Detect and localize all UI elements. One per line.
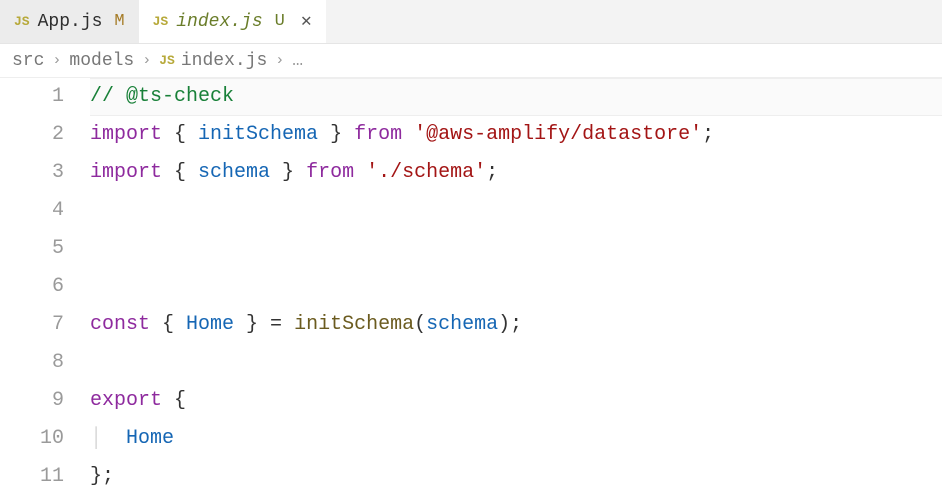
breadcrumb: src › models › JS index.js › … bbox=[0, 44, 942, 78]
line-number: 1 bbox=[0, 78, 64, 116]
line-number: 4 bbox=[0, 192, 64, 230]
token-keyword: export bbox=[90, 389, 174, 412]
tab-index-js[interactable]: JS index.js U ✕ bbox=[139, 0, 326, 43]
line-number: 6 bbox=[0, 268, 64, 306]
tab-app-js[interactable]: JS App.js M bbox=[0, 0, 139, 43]
token-punct: } bbox=[270, 161, 294, 184]
token-keyword: import bbox=[90, 123, 174, 146]
token-keyword: import bbox=[90, 161, 174, 184]
token-ident: Home bbox=[126, 427, 174, 450]
close-icon[interactable]: ✕ bbox=[301, 13, 312, 31]
token-comment: // @ts-check bbox=[90, 85, 234, 108]
code-line[interactable]: const { Home } = initSchema(schema); bbox=[90, 306, 942, 344]
breadcrumb-item[interactable]: models bbox=[69, 51, 134, 71]
code-line[interactable]: // @ts-check bbox=[90, 78, 942, 116]
token-keyword: from bbox=[294, 161, 366, 184]
tab-label: App.js bbox=[38, 12, 103, 32]
git-status-modified: M bbox=[114, 12, 124, 31]
code-area[interactable]: // @ts-check import { initSchema } from '… bbox=[90, 78, 942, 502]
line-number: 3 bbox=[0, 154, 64, 192]
token-punct: { bbox=[162, 313, 186, 336]
line-number: 8 bbox=[0, 344, 64, 382]
token-punct: } = bbox=[234, 313, 294, 336]
code-line[interactable]: export { bbox=[90, 382, 942, 420]
token-string: './schema' bbox=[366, 161, 486, 184]
token-punct: ); bbox=[498, 313, 522, 336]
token-ident: initSchema bbox=[198, 123, 318, 146]
token-punct: ; bbox=[702, 123, 714, 146]
token-punct: { bbox=[174, 161, 198, 184]
code-line[interactable] bbox=[90, 344, 942, 382]
js-icon: JS bbox=[14, 14, 30, 29]
line-number-gutter: 1234567891011 bbox=[0, 78, 90, 502]
line-number: 7 bbox=[0, 306, 64, 344]
chevron-right-icon: › bbox=[52, 52, 61, 69]
js-icon: JS bbox=[153, 14, 169, 29]
token-punct: ( bbox=[414, 313, 426, 336]
token-keyword: from bbox=[342, 123, 414, 146]
token-string: '@aws-amplify/datastore' bbox=[414, 123, 702, 146]
breadcrumb-file[interactable]: JS index.js bbox=[159, 51, 267, 71]
js-icon: JS bbox=[159, 53, 175, 68]
chevron-right-icon: › bbox=[142, 52, 151, 69]
token-punct: { bbox=[174, 389, 186, 412]
token-punct: ; bbox=[486, 161, 498, 184]
code-line[interactable] bbox=[90, 192, 942, 230]
code-line[interactable]: import { schema } from './schema'; bbox=[90, 154, 942, 192]
breadcrumb-file-label: index.js bbox=[181, 51, 267, 71]
token-plain bbox=[102, 427, 126, 450]
token-ident: schema bbox=[426, 313, 498, 336]
code-line[interactable] bbox=[90, 268, 942, 306]
tab-label: index.js bbox=[176, 12, 262, 32]
chevron-right-icon: › bbox=[275, 52, 284, 69]
token-punct: }; bbox=[90, 465, 114, 488]
line-number: 10 bbox=[0, 420, 64, 458]
code-editor[interactable]: 1234567891011 // @ts-check import { initS… bbox=[0, 78, 942, 502]
line-number: 2 bbox=[0, 116, 64, 154]
token-func: initSchema bbox=[294, 313, 414, 336]
token-punct: { bbox=[174, 123, 198, 146]
line-number: 5 bbox=[0, 230, 64, 268]
code-line[interactable]: │ Home bbox=[90, 420, 942, 458]
line-number: 9 bbox=[0, 382, 64, 420]
line-number: 11 bbox=[0, 458, 64, 496]
breadcrumb-item[interactable]: src bbox=[12, 51, 44, 71]
indent-guide: │ bbox=[90, 420, 102, 458]
token-punct: } bbox=[318, 123, 342, 146]
breadcrumb-ellipsis[interactable]: … bbox=[292, 51, 303, 71]
token-ident: Home bbox=[186, 313, 234, 336]
token-keyword: const bbox=[90, 313, 162, 336]
code-line[interactable]: }; bbox=[90, 458, 942, 496]
code-line[interactable]: import { initSchema } from '@aws-amplify… bbox=[90, 116, 942, 154]
token-ident: schema bbox=[198, 161, 270, 184]
git-status-untracked: U bbox=[275, 12, 285, 31]
tab-bar: JS App.js M JS index.js U ✕ bbox=[0, 0, 942, 44]
code-line[interactable] bbox=[90, 230, 942, 268]
